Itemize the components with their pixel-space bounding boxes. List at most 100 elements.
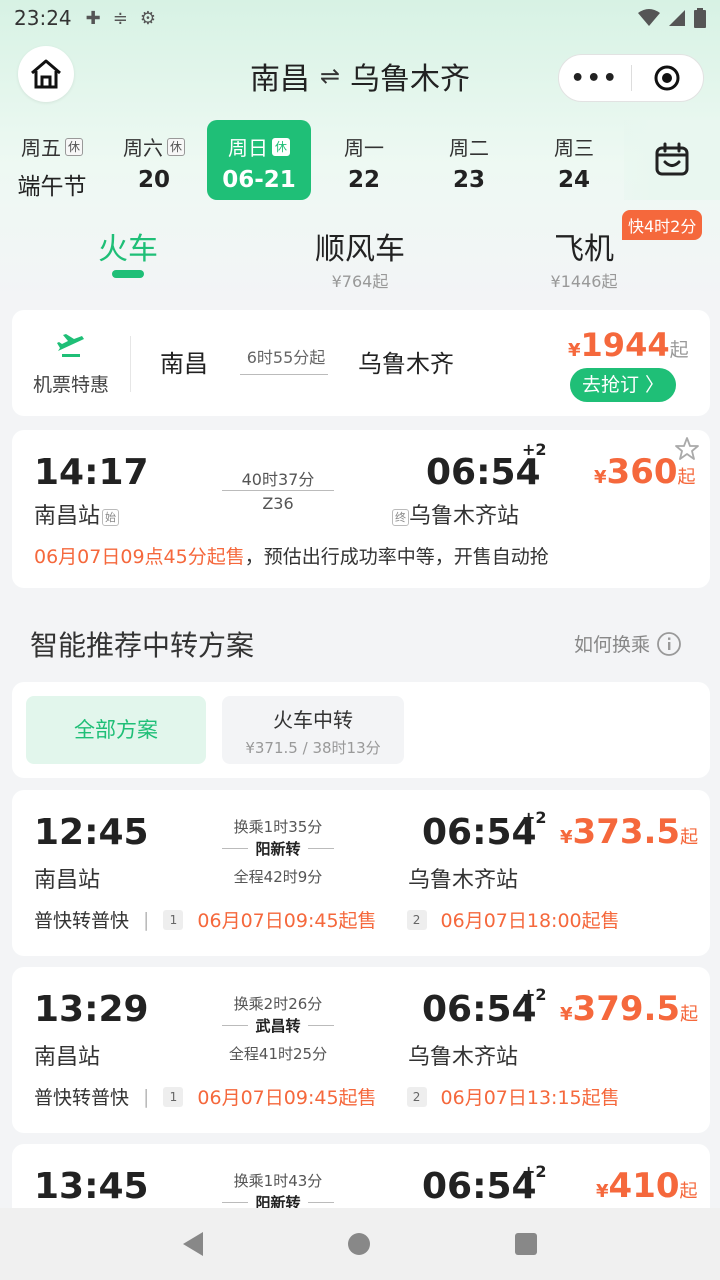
flight-deal-card[interactable]: 机票特惠 南昌 6时55分起 乌鲁木齐 ¥1944起 去抢订 〉 [12, 310, 710, 416]
more-menu-button[interactable]: ••• [559, 66, 631, 91]
total-duration: 全程41时25分 [228, 1045, 328, 1063]
miniapp-capsule: ••• [558, 54, 704, 102]
depart-station: 南昌站始 [34, 498, 120, 530]
date-day: 22 [347, 167, 380, 193]
date-item-sat[interactable]: 周六休 20 [102, 120, 206, 200]
tab-flight[interactable]: 飞机 ¥1446起 [540, 224, 628, 292]
day-offset: +2 [522, 1162, 547, 1181]
sale-note: 06月07日09点45分起售，预估出行成功率中等，开售自动抢 [34, 546, 549, 568]
favorite-star-button[interactable] [674, 436, 700, 466]
transfer-price: ¥373.5起 [560, 812, 699, 852]
arrive-station: 乌鲁木齐站 [408, 1045, 519, 1070]
date-day: 23 [452, 167, 485, 193]
leg-number: 1 [163, 1086, 184, 1107]
transfer-station: 武昌转 [248, 1015, 308, 1036]
train-type: 普快转普快 [34, 1087, 130, 1109]
transfer-wait: 换乘2时26分 [233, 995, 323, 1013]
flight-to: 乌鲁木齐 [358, 350, 454, 378]
total-duration: 全程42时9分 [233, 868, 323, 886]
transfer-plan-card[interactable]: 12:45 南昌站 换乘1时35分 阳新转 全程42时9分 06:54 +2 乌… [12, 790, 710, 956]
train-type: 普快转普快 [34, 910, 130, 932]
airplane-icon [57, 334, 84, 357]
arrive-time: 06:54 [422, 812, 537, 853]
battery-icon [694, 8, 706, 28]
star-icon [675, 437, 699, 460]
tab-carpool[interactable]: 顺风车 ¥764起 [310, 224, 410, 292]
date-item-fri[interactable]: 周五休 端午节 [0, 120, 104, 200]
leg-number: 2 [406, 909, 427, 930]
date-item-sun-selected[interactable]: 周日休 06-21 [207, 120, 311, 200]
data-saver-icon: ≑ [112, 7, 128, 29]
home-icon [31, 59, 61, 89]
transfer-filter-card: 全部方案 火车中转 ¥371.5 / 38时13分 [12, 682, 710, 778]
transfer-price: ¥410起 [596, 1166, 698, 1206]
train-ticket-card[interactable]: 14:17 南昌站始 40时37分 Z36 06:54 +2 终乌鲁木齐站 ¥3… [12, 430, 710, 588]
flight-faster-badge: 快4时2分 [622, 210, 703, 240]
depart-station: 南昌站 [34, 868, 101, 893]
info-icon [657, 631, 681, 656]
close-miniapp-button[interactable] [632, 64, 704, 92]
transfer-wait: 换乘1时43分 [233, 1172, 323, 1190]
calendar-button[interactable] [624, 120, 720, 200]
flight-duration: 6时55分起 [246, 348, 326, 367]
leg-sale-time: 06月07日09:45起售 [197, 1087, 377, 1109]
terminal-tag: 终 [392, 508, 409, 526]
transfer-price: ¥379.5起 [560, 989, 699, 1029]
how-to-transfer-link[interactable]: 如何换乘 [574, 630, 682, 657]
signal-icon [669, 10, 685, 26]
train-duration: 40时37分 [241, 470, 315, 489]
home-circle-icon[interactable] [347, 1233, 370, 1255]
date-item-wed[interactable]: 周三 24 [522, 120, 626, 200]
transfer-station: 阳新转 [248, 838, 308, 859]
route-title[interactable]: 南昌 ⇌ 乌鲁木齐 [190, 54, 530, 98]
leg-number: 1 [163, 909, 184, 930]
back-icon[interactable] [182, 1232, 203, 1256]
arrive-time: 06:54 [422, 1166, 537, 1207]
settings-gear-icon: ⚙ [139, 7, 156, 29]
transfer-wait: 换乘1时35分 [233, 818, 323, 836]
tab-train[interactable]: 火车 [90, 224, 166, 268]
origin-tag: 始 [102, 508, 120, 526]
nav-bar: 南昌 ⇌ 乌鲁木齐 ••• [0, 44, 720, 108]
flight-price: ¥1446起 [550, 272, 618, 291]
recent-apps-icon[interactable] [515, 1233, 538, 1255]
train-number: Z36 [262, 494, 294, 513]
transfer-plan-card[interactable]: 13:29 南昌站 换乘2时26分 武昌转 全程41时25分 06:54 +2 … [12, 967, 710, 1133]
transfer-section-title: 智能推荐中转方案 [30, 629, 255, 662]
transfer-sale-info: 普快转普快 | 1 06月07日09:45起售 2 06月07日18:00起售 [34, 906, 650, 933]
filter-all-plans[interactable]: 全部方案 [26, 696, 206, 764]
system-nav-bar [0, 1208, 720, 1280]
depart-time: 14:17 [34, 452, 149, 493]
status-bar: 23:24 ✚ ≑ ⚙ [0, 0, 720, 36]
date-selector: 周五休 端午节 周六休 20 周日休 06-21 周一 22 周二 23 周三 … [0, 120, 720, 202]
date-item-mon[interactable]: 周一 22 [312, 120, 416, 200]
wifi-icon [638, 9, 660, 26]
date-day: 06-21 [222, 167, 296, 193]
date-item-tue[interactable]: 周二 23 [417, 120, 521, 200]
filter-train-transfer[interactable]: 火车中转 ¥371.5 / 38时13分 [222, 696, 404, 764]
calendar-icon [655, 142, 689, 176]
active-tab-indicator [112, 270, 144, 278]
leg-sale-time: 06月07日09:45起售 [197, 910, 377, 932]
arrive-time: 06:54 [422, 989, 537, 1030]
arrive-station: 终乌鲁木齐站 [390, 498, 519, 530]
day-offset: +2 [522, 808, 547, 827]
transfer-sale-info: 普快转普快 | 1 06月07日09:45起售 2 06月07日13:15起售 [34, 1083, 650, 1110]
date-day: 24 [557, 167, 590, 193]
holiday-tag: 休 [64, 137, 83, 156]
flight-deal-label: 机票特惠 [32, 374, 109, 396]
date-day: 20 [137, 167, 170, 193]
swap-icon: ⇌ [319, 62, 341, 90]
home-button[interactable] [18, 46, 74, 102]
status-time: 23:24 [14, 6, 72, 30]
grab-ticket-button[interactable]: 去抢订 〉 [570, 368, 676, 402]
transport-mode-tabs: 火车 顺风车 ¥764起 飞机 ¥1446起 快4时2分 [0, 210, 720, 300]
depart-time: 12:45 [34, 812, 149, 853]
day-offset: +2 [522, 440, 547, 459]
bandage-icon: ✚ [85, 7, 101, 29]
target-icon [654, 65, 680, 91]
carpool-price: ¥764起 [331, 272, 389, 291]
leg-sale-time: 06月07日18:00起售 [440, 910, 620, 932]
depart-time: 13:45 [34, 1166, 149, 1207]
depart-station: 南昌站 [34, 1045, 101, 1070]
